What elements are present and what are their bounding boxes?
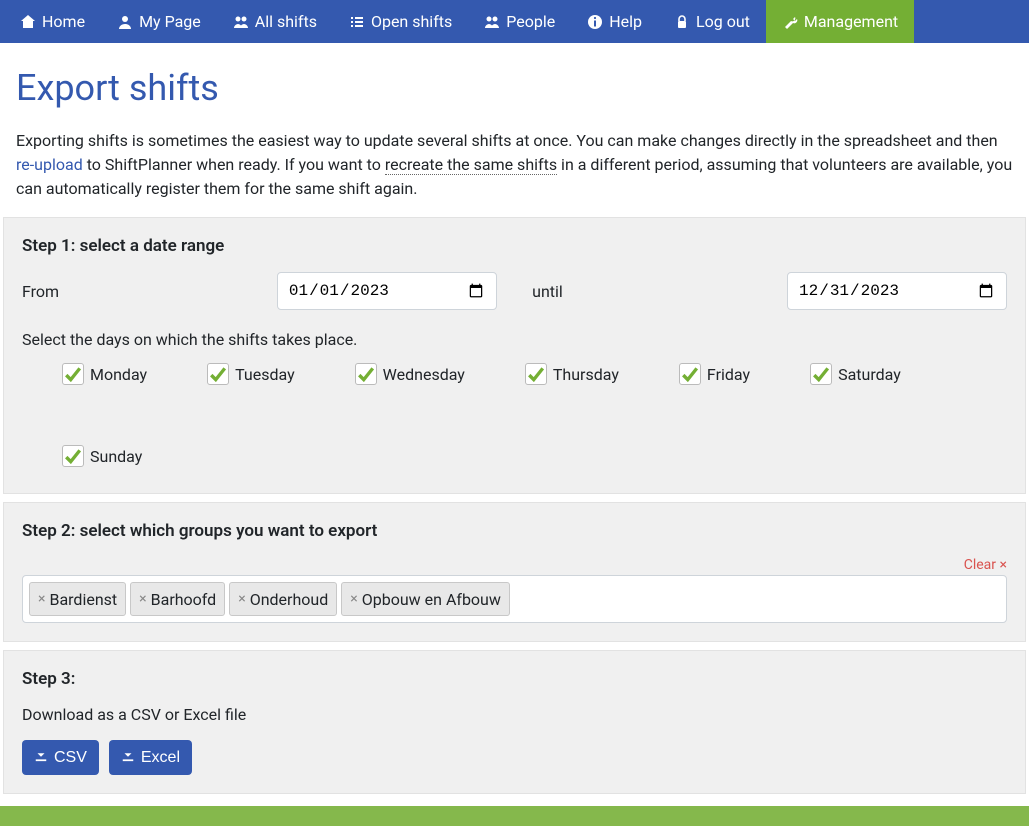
from-label: From — [22, 282, 277, 301]
download-icon — [121, 748, 135, 767]
nav-help-label: Help — [609, 12, 642, 31]
tag-label: Opbouw en Afbouw — [362, 590, 501, 609]
step3-title: Step 3: — [22, 669, 1007, 689]
step1-title: Step 1: select a date range — [22, 236, 1007, 256]
nav-management-label: Management — [804, 12, 898, 31]
day-label: Thursday — [553, 365, 619, 384]
day-friday[interactable]: Friday — [679, 363, 750, 385]
tag: × Onderhoud — [229, 582, 337, 616]
nav-logout-label: Log out — [696, 12, 750, 31]
day-label: Saturday — [838, 365, 901, 384]
download-icon — [34, 748, 48, 767]
tag: × Bardienst — [29, 582, 126, 616]
tag-label: Barhoofd — [151, 590, 217, 609]
day-thursday[interactable]: Thursday — [525, 363, 619, 385]
day-tuesday[interactable]: Tuesday — [207, 363, 295, 385]
excel-label: Excel — [141, 749, 180, 767]
wrench-icon — [782, 14, 798, 30]
from-date-input[interactable] — [277, 272, 497, 310]
intro-text: Exporting shifts is sometimes the easies… — [16, 129, 1013, 201]
checkbox-icon — [207, 363, 229, 385]
user-icon — [117, 14, 133, 30]
tag-label: Onderhoud — [250, 590, 329, 609]
checkbox-icon — [810, 363, 832, 385]
intro-part2: to ShiftPlanner when ready. If you want … — [83, 155, 385, 174]
until-label: until — [532, 282, 787, 301]
intro-part1: Exporting shifts is sometimes the easies… — [16, 131, 998, 150]
people-icon — [484, 14, 500, 30]
tag-remove-icon[interactable]: × — [238, 591, 245, 607]
nav-mypage[interactable]: My Page — [101, 0, 217, 43]
excel-button[interactable]: Excel — [109, 740, 192, 775]
main-container: Export shifts Exporting shifts is someti… — [0, 43, 1029, 794]
step3-panel: Step 3: Download as a CSV or Excel file … — [3, 650, 1026, 794]
nav-home[interactable]: Home — [4, 0, 101, 43]
day-label: Tuesday — [235, 365, 295, 384]
tag-remove-icon[interactable]: × — [139, 591, 146, 607]
days-label: Select the days on which the shifts take… — [22, 330, 1007, 349]
nav-allshifts-label: All shifts — [255, 12, 317, 31]
tag: × Opbouw en Afbouw — [341, 582, 510, 616]
checkbox-icon — [525, 363, 547, 385]
recreate-text: recreate the same shifts — [385, 155, 557, 175]
list-icon — [349, 14, 365, 30]
until-date-input[interactable] — [787, 272, 1007, 310]
page-title: Export shifts — [16, 67, 1013, 109]
date-row: From until — [22, 272, 1007, 310]
day-saturday[interactable]: Saturday — [810, 363, 901, 385]
tag-remove-icon[interactable]: × — [38, 591, 45, 607]
clear-label: Clear — [964, 557, 1000, 573]
nav-management[interactable]: Management — [766, 0, 914, 43]
day-monday[interactable]: Monday — [62, 363, 147, 385]
day-label: Wednesday — [383, 365, 465, 384]
group-select[interactable]: × Bardienst × Barhoofd × Onderhoud × Opb… — [22, 575, 1007, 623]
navbar: Home My Page All shifts Open shifts Peop… — [0, 0, 1029, 43]
home-icon — [20, 14, 36, 30]
day-label: Monday — [90, 365, 147, 384]
nav-people-label: People — [506, 12, 555, 31]
tag: × Barhoofd — [130, 582, 225, 616]
day-label: Sunday — [90, 447, 142, 466]
tag-remove-icon[interactable]: × — [350, 591, 357, 607]
checkbox-icon — [62, 363, 84, 385]
checkbox-icon — [62, 445, 84, 467]
reupload-link[interactable]: re-upload — [16, 155, 83, 174]
close-icon: × — [1000, 557, 1007, 573]
day-wednesday[interactable]: Wednesday — [355, 363, 465, 385]
nav-home-label: Home — [42, 12, 85, 31]
lock-icon — [674, 14, 690, 30]
day-sunday[interactable]: Sunday — [62, 445, 142, 467]
nav-people[interactable]: People — [468, 0, 571, 43]
step1-panel: Step 1: select a date range From until S… — [3, 217, 1026, 494]
step3-text: Download as a CSV or Excel file — [22, 705, 1007, 724]
nav-allshifts[interactable]: All shifts — [217, 0, 333, 43]
footer-bar — [0, 806, 1029, 826]
checkbox-icon — [355, 363, 377, 385]
step2-panel: Step 2: select which groups you want to … — [3, 502, 1026, 642]
nav-mypage-label: My Page — [139, 12, 201, 31]
nav-logout[interactable]: Log out — [658, 0, 766, 43]
clear-link[interactable]: Clear × — [22, 557, 1007, 573]
csv-button[interactable]: CSV — [22, 740, 99, 775]
day-label: Friday — [707, 365, 750, 384]
info-icon — [587, 14, 603, 30]
nav-openshifts-label: Open shifts — [371, 12, 452, 31]
csv-label: CSV — [54, 749, 87, 767]
days-row: Monday Tuesday Wednesday Thursday Friday… — [22, 363, 1007, 467]
nav-help[interactable]: Help — [571, 0, 658, 43]
step2-title: Step 2: select which groups you want to … — [22, 521, 1007, 541]
nav-openshifts[interactable]: Open shifts — [333, 0, 468, 43]
group-icon — [233, 14, 249, 30]
checkbox-icon — [679, 363, 701, 385]
tag-label: Bardienst — [49, 590, 117, 609]
